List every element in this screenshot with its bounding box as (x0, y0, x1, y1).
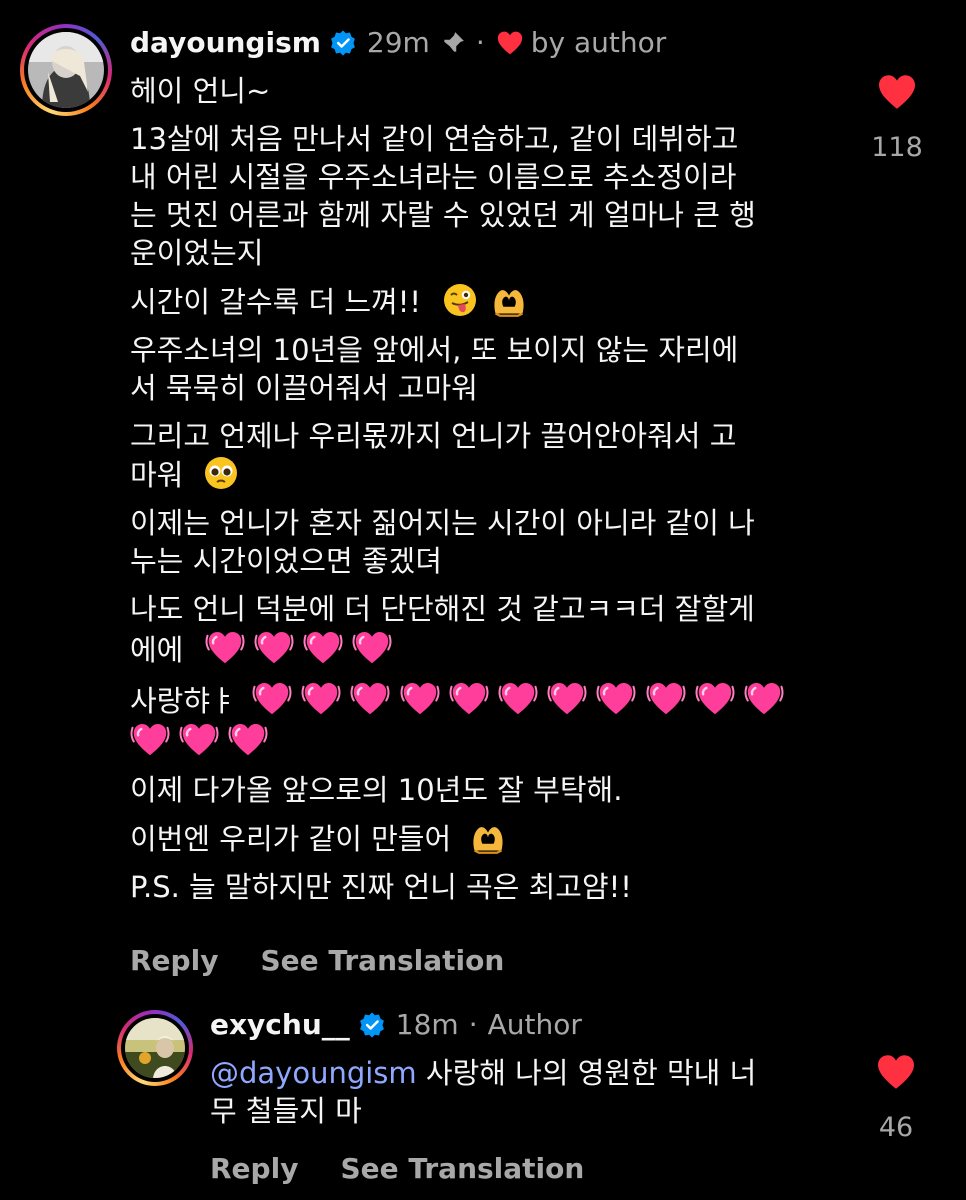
heart-hands-emoji (493, 288, 526, 317)
comment-body: 헤이 언니~ 13살에 처음 만나서 같이 연습하고, 같이 데뷔하고 내 어린… (130, 72, 850, 916)
comment-paragraph: 나도 언니 덕분에 더 단단해진 것 같고ㅋㅋ더 잘할게 에에 (130, 590, 850, 669)
liked-by-author-label: by author (530, 26, 667, 59)
comment-actions: Reply See Translation (130, 944, 504, 977)
heart-icon (497, 31, 522, 54)
reply-button[interactable]: Reply (130, 944, 218, 977)
hearts-row (204, 628, 393, 669)
comment-paragraph: 그리고 언제나 우리몫까지 언니가 끌어안아줘서 고 마워 (130, 417, 850, 494)
verified-icon (359, 1011, 384, 1038)
reply-username[interactable]: exychu__ (210, 1008, 350, 1041)
commenter-username[interactable]: dayoungism (130, 26, 321, 59)
author-label: Author (487, 1008, 582, 1041)
comment-line: 나도 언니 덕분에 더 단단해진 것 같고ㅋㅋ더 잘할게 (130, 592, 755, 626)
two-hearts-emoji (498, 681, 538, 716)
hearts-row (252, 679, 784, 720)
comment-line: 내 어린 시절을 우주소녀라는 이름으로 추소정이라 (130, 160, 737, 194)
two-hearts-emoji (254, 630, 294, 665)
heart-hands-emoji (472, 825, 505, 854)
two-hearts-emoji (130, 722, 170, 757)
comment-line: 는 멋진 어른과 함께 자랄 수 있었던 게 얼마나 큰 행 (130, 198, 756, 232)
comment-line: 서 묵묵히 이끌어줘서 고마워 (130, 371, 478, 405)
winking-tongue-emoji (444, 284, 477, 316)
two-hearts-emoji (596, 681, 637, 716)
two-hearts-emoji (301, 681, 341, 716)
separator-dot: · (475, 26, 485, 59)
comment-time: 29m (366, 26, 430, 59)
two-hearts-emoji (179, 722, 219, 757)
two-hearts-emoji (547, 681, 588, 716)
comment-line: 이번엔 우리가 같이 만들어 (130, 822, 452, 856)
verified-icon (331, 29, 355, 56)
avatar-image (28, 32, 104, 108)
reply-like-column: 46 (866, 1054, 926, 1143)
like-count: 46 (878, 1112, 914, 1143)
two-hearts-emoji (352, 630, 392, 665)
comment-line: 헤이 언니~ (130, 74, 271, 108)
two-hearts-emoji (744, 681, 784, 716)
comment-paragraph: 이제는 언니가 혼자 짊어지는 시간이 아니라 같이 나 누는 시간이었으면 좋… (130, 504, 850, 580)
see-translation-button[interactable]: See Translation (260, 944, 504, 977)
separator-dot: · (468, 1008, 478, 1041)
comment-header: dayoungism 29m · by author (130, 26, 666, 59)
like-heart-icon[interactable] (877, 74, 917, 110)
comment-line: P.S. 늘 말하지만 진짜 언니 곡은 최고얌!! (130, 870, 632, 904)
two-hearts-emoji (350, 681, 391, 716)
commenter-avatar[interactable] (20, 24, 112, 116)
two-hearts-emoji (645, 681, 686, 716)
hearts-row (130, 720, 269, 761)
two-hearts-emoji (695, 681, 735, 716)
reply-avatar[interactable] (117, 1010, 193, 1086)
see-translation-button[interactable]: See Translation (340, 1152, 584, 1185)
like-count: 118 (871, 132, 923, 163)
comment-like-column: 118 (868, 74, 926, 163)
comment-paragraph: 우주소녀의 10년을 앞에서, 또 보이지 않는 자리에 서 묵묵히 이끌어줘서… (130, 331, 850, 407)
reply-text: 사랑해 나의 영원한 막내 너 (416, 1056, 757, 1090)
comment-line: 마워 (130, 458, 184, 492)
comment-line: 시간이 갈수록 더 느껴!! (130, 285, 422, 319)
comment-line: 운이었는지 (130, 236, 264, 270)
two-hearts-emoji (449, 681, 489, 716)
two-hearts-emoji (399, 681, 440, 716)
reply-actions: Reply See Translation (210, 1152, 584, 1185)
comment-paragraph: 사랑햐ㅑ (130, 679, 850, 761)
reply-header: exychu__ 18m · Author (210, 1008, 582, 1041)
reply-text: 무 철들지 마 (210, 1094, 362, 1128)
comment-paragraph: 이번엔 우리가 같이 만들어 (130, 819, 850, 858)
comment-line: 13살에 처음 만나서 같이 연습하고, 같이 데뷔하고 (130, 122, 739, 156)
like-heart-icon[interactable] (876, 1054, 916, 1090)
comment-line: 사랑햐ㅑ (130, 684, 237, 718)
reply-body: @dayoungism 사랑해 나의 영원한 막내 너 무 철들지 마 (210, 1054, 830, 1130)
comment-paragraph: 13살에 처음 만나서 같이 연습하고, 같이 데뷔하고 내 어린 시절을 우주… (130, 120, 850, 272)
comment-line: 이제는 언니가 혼자 짊어지는 시간이 아니라 같이 나 (130, 506, 755, 540)
comment-line: 누는 시간이었으면 좋겠뎌 (130, 544, 442, 578)
two-hearts-emoji (303, 630, 343, 665)
two-hearts-emoji (252, 681, 292, 716)
reply-time: 18m (395, 1008, 459, 1041)
pleading-face-emoji (204, 457, 237, 489)
two-hearts-emoji (228, 722, 269, 757)
pin-icon (443, 31, 464, 53)
reply-button[interactable]: Reply (210, 1152, 298, 1185)
mention-link[interactable]: @dayoungism (210, 1056, 417, 1090)
comment-paragraph: 시간이 갈수록 더 느껴!! (130, 282, 850, 321)
comment-line: 우주소녀의 10년을 앞에서, 또 보이지 않는 자리에 (130, 333, 739, 367)
comment-line: 그리고 언제나 우리몫까지 언니가 끌어안아줘서 고 (130, 419, 737, 453)
comment-line: 이제 다가올 앞으로의 10년도 잘 부탁해. (130, 773, 623, 807)
comment-line: 에에 (130, 633, 184, 667)
two-hearts-emoji (204, 630, 245, 665)
avatar-image (125, 1018, 185, 1078)
